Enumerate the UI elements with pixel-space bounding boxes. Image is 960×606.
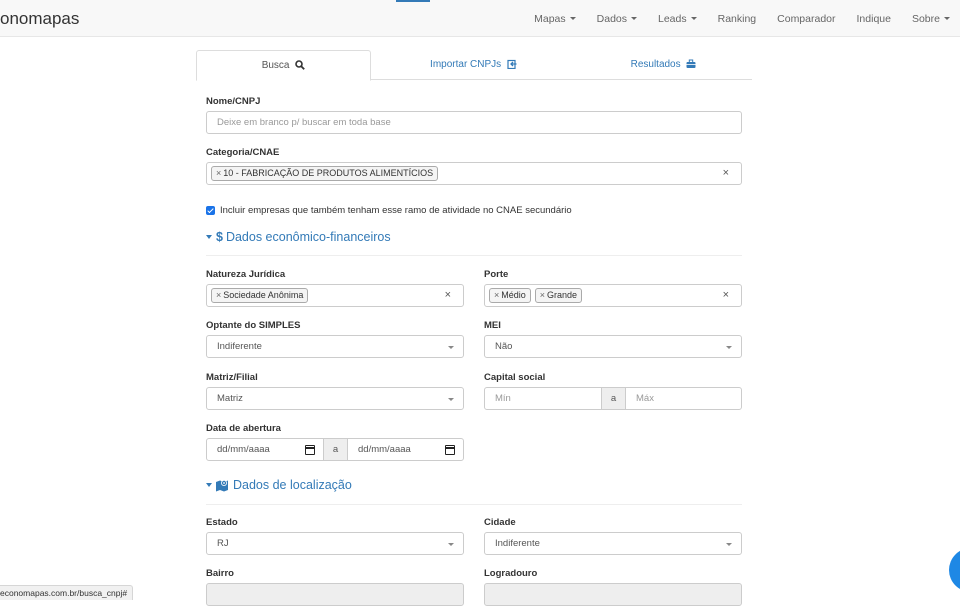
section-dados-financeiros[interactable]: $ Dados econômico-financeiros (206, 230, 391, 244)
caret-down-icon (944, 17, 950, 20)
chat-button[interactable] (949, 548, 960, 592)
clear-icon[interactable]: × (723, 167, 729, 179)
remove-tag-icon[interactable]: × (216, 168, 221, 178)
nav-item-mapas[interactable]: Mapas (534, 13, 576, 25)
natureza-juridica-select[interactable]: ×Sociedade Anônima × (206, 284, 464, 307)
nav-item-ranking[interactable]: Ranking (718, 13, 757, 25)
data-inicio-input[interactable]: dd/mm/aaaa (206, 438, 324, 461)
capital-min-input[interactable]: Mín (484, 387, 602, 410)
porte-select[interactable]: ×Médio ×Grande × (484, 284, 742, 307)
simples-label: Optante do SIMPLES (206, 320, 300, 331)
tab-importar-cnpjs[interactable]: Importar CNPJs (386, 50, 561, 80)
status-bar-url: economapas.com.br/busca_cnpj# (0, 585, 133, 600)
matriz-filial-select[interactable]: Matriz (206, 387, 464, 410)
dollar-icon: $ (216, 230, 223, 244)
mei-label: MEI (484, 320, 501, 331)
remove-tag-icon[interactable]: × (216, 290, 221, 300)
divider (206, 255, 742, 256)
cnae-secundario-label: Incluir empresas que também tenham esse … (220, 205, 572, 216)
caret-down-icon (570, 17, 576, 20)
logradouro-label: Logradouro (484, 568, 537, 579)
caret-down-icon (631, 17, 637, 20)
capital-social-label: Capital social (484, 372, 545, 383)
range-separator: a (323, 438, 348, 461)
bairro-input[interactable] (206, 583, 464, 606)
clear-icon[interactable]: × (445, 289, 451, 301)
tab-resultados[interactable]: Resultados (576, 50, 751, 80)
porte-tag: ×Grande (535, 288, 582, 303)
porte-label: Porte (484, 269, 508, 280)
briefcase-icon (686, 59, 696, 69)
clear-icon[interactable]: × (723, 289, 729, 301)
section-dados-localizacao[interactable]: Dados de localização (206, 478, 352, 492)
tab-busca[interactable]: Busca (196, 50, 371, 81)
dropdown-arrow-icon (448, 346, 454, 349)
dropdown-arrow-icon (448, 398, 454, 401)
brand-logo[interactable]: onomapas (0, 9, 79, 29)
dropdown-arrow-icon (726, 346, 732, 349)
cidade-select[interactable]: Indiferente (484, 532, 742, 555)
search-tabs: Busca Importar CNPJs Resultados (196, 50, 752, 80)
import-icon (507, 59, 517, 69)
nav-item-leads[interactable]: Leads (658, 13, 697, 25)
capital-max-input[interactable]: Máx (625, 387, 742, 410)
map-marker-icon (216, 479, 230, 492)
matriz-filial-label: Matriz/Filial (206, 372, 258, 383)
caret-down-icon (206, 235, 212, 239)
nav-item-sobre[interactable]: Sobre (912, 13, 950, 25)
search-icon (295, 60, 305, 70)
remove-tag-icon[interactable]: × (494, 290, 499, 300)
remove-tag-icon[interactable]: × (540, 290, 545, 300)
dropdown-arrow-icon (448, 543, 454, 546)
calendar-icon[interactable] (305, 445, 315, 455)
cidade-label: Cidade (484, 517, 516, 528)
nav-item-indique[interactable]: Indique (857, 13, 891, 25)
natureza-tag: ×Sociedade Anônima (211, 288, 308, 303)
nav-item-comparador[interactable]: Comparador (777, 13, 835, 25)
divider (206, 504, 742, 505)
calendar-icon[interactable] (445, 445, 455, 455)
nav-menu: Mapas Dados Leads Ranking Comparador Ind… (513, 0, 950, 37)
nav-item-dados[interactable]: Dados (597, 13, 637, 25)
caret-down-icon (206, 483, 212, 487)
dropdown-arrow-icon (726, 543, 732, 546)
bairro-label: Bairro (206, 568, 234, 579)
categoria-cnae-label: Categoria/CNAE (206, 147, 279, 158)
top-navbar: onomapas Mapas Dados Leads Ranking Compa… (0, 0, 960, 37)
data-fim-input[interactable]: dd/mm/aaaa (347, 438, 464, 461)
data-abertura-label: Data de abertura (206, 423, 281, 434)
estado-label: Estado (206, 517, 238, 528)
simples-select[interactable]: Indiferente (206, 335, 464, 358)
categoria-cnae-select[interactable]: ×10 - FABRICAÇÃO DE PRODUTOS ALIMENTÍCIO… (206, 162, 742, 185)
cnae-secundario-checkbox[interactable] (206, 206, 215, 215)
cnae-tag: ×10 - FABRICAÇÃO DE PRODUTOS ALIMENTÍCIO… (211, 166, 438, 181)
range-separator: a (601, 387, 626, 410)
logradouro-input[interactable] (484, 583, 742, 606)
active-indicator (396, 0, 430, 2)
mei-select[interactable]: Não (484, 335, 742, 358)
estado-select[interactable]: RJ (206, 532, 464, 555)
natureza-juridica-label: Natureza Jurídica (206, 269, 285, 280)
porte-tag: ×Médio (489, 288, 531, 303)
caret-down-icon (691, 17, 697, 20)
nome-cnpj-label: Nome/CNPJ (206, 96, 260, 107)
nome-cnpj-input[interactable]: Deixe em branco p/ buscar em toda base (206, 111, 742, 134)
